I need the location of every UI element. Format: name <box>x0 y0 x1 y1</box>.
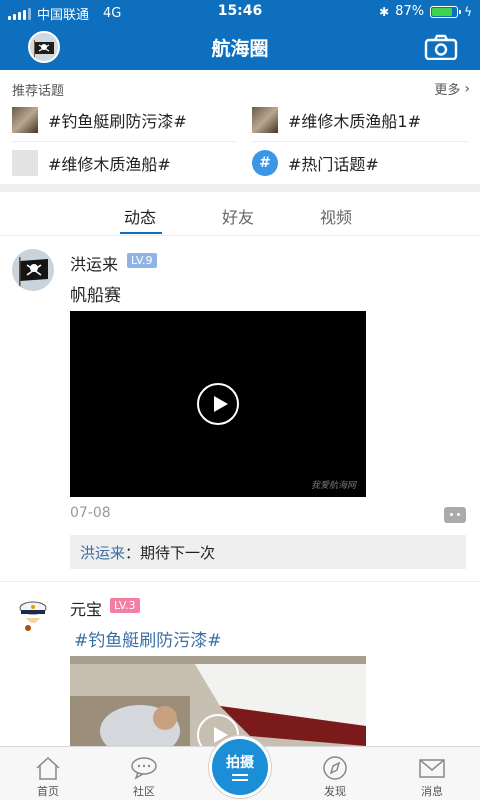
video-player[interactable] <box>70 656 366 746</box>
nav-discover[interactable]: 发现 <box>300 747 370 800</box>
feed-tabs: 动态 好友 视频 <box>0 192 480 236</box>
divider <box>12 141 236 142</box>
nav-community-label: 社区 <box>133 785 155 798</box>
nav-discover-label: 发现 <box>324 785 346 798</box>
nav-home[interactable]: 首页 <box>13 747 83 800</box>
level-badge: LV.3 <box>110 598 140 613</box>
topic-item[interactable]: #维修木质渔船# <box>12 150 171 176</box>
nav-messages-label: 消息 <box>421 785 443 798</box>
topic-label: #钓鱼艇刷防污漆# <box>48 112 187 131</box>
comment-text: 期待下一次 <box>140 544 216 562</box>
page-title: 航海圈 <box>211 38 269 60</box>
home-icon <box>36 756 60 780</box>
topic-item[interactable]: #钓鱼艇刷防污漆# <box>12 107 187 133</box>
topic-label: #热门话题# <box>288 155 379 174</box>
nav-community[interactable]: 社区 <box>109 747 179 800</box>
comment-icon[interactable] <box>444 507 466 523</box>
post-text: 帆船赛 <box>70 286 121 306</box>
battery-fill <box>432 7 453 16</box>
captain-avatar-icon <box>12 594 54 636</box>
avatar[interactable] <box>12 594 54 636</box>
section-gap <box>0 184 480 192</box>
username[interactable]: 元宝 <box>70 596 102 620</box>
mail-icon <box>419 759 445 778</box>
more-label: 更多 <box>434 83 461 98</box>
tab-videos[interactable]: 视频 <box>320 204 352 228</box>
topic-label: #维修木质渔船1# <box>288 112 421 131</box>
menu-lines-icon <box>232 774 248 781</box>
topic-thumbnail <box>12 150 38 176</box>
chevron-right-icon: › <box>464 80 470 97</box>
video-watermark: 我爱航海网 <box>310 481 356 491</box>
topic-item[interactable]: # #热门话题# <box>252 150 379 176</box>
comment-preview[interactable]: 洪运来：期待下一次 <box>70 535 466 569</box>
battery-icon <box>430 5 462 18</box>
chat-bubble-icon <box>131 757 157 780</box>
camera-icon <box>424 34 458 61</box>
username[interactable]: 洪运来 <box>70 251 118 275</box>
shoot-button[interactable]: 拍摄 <box>209 736 271 798</box>
topic-thumbnail <box>12 107 38 133</box>
nav-home-label: 首页 <box>37 785 59 798</box>
video-player[interactable]: 我爱航海网 <box>70 311 366 497</box>
comment-user[interactable]: 洪运来 <box>80 544 125 562</box>
bluetooth-icon: ✱ <box>379 4 390 19</box>
status-bar: 中国联通 4G 15:46 ✱ 87% ϟ <box>0 0 480 24</box>
app-header: 航海圈 <box>0 24 480 70</box>
shoot-label: 拍摄 <box>226 755 254 771</box>
active-tab-indicator <box>120 232 162 234</box>
divider <box>252 141 468 142</box>
post-date: 07-08 <box>70 505 111 521</box>
camera-button[interactable] <box>424 34 458 61</box>
topics-more-link[interactable]: 更多 › <box>434 79 470 99</box>
feed-post: 洪运来 LV.9 帆船赛 我爱航海网 07-08 洪运来：期待下一次 <box>0 237 480 581</box>
tab-feed[interactable]: 动态 <box>124 204 156 228</box>
topic-thumbnail <box>252 107 278 133</box>
comment-separator: ： <box>125 544 141 562</box>
post-topic-link[interactable]: #钓鱼艇刷防污漆# <box>74 626 222 651</box>
avatar[interactable] <box>12 249 54 291</box>
topic-label: #维修木质渔船# <box>48 155 171 174</box>
hashtag-icon: # <box>252 150 278 176</box>
topics-label: 推荐话题 <box>12 84 65 99</box>
topic-item[interactable]: #维修木质渔船1# <box>252 107 421 133</box>
tab-friends[interactable]: 好友 <box>222 204 254 228</box>
compass-icon <box>323 756 347 780</box>
recommended-topics: 推荐话题 更多 › #钓鱼艇刷防污漆# #维修木质渔船1# #维修木质渔船# #… <box>0 70 480 184</box>
nav-messages[interactable]: 消息 <box>397 747 467 800</box>
pirate-flag-avatar-icon <box>12 249 54 291</box>
play-icon[interactable] <box>197 383 239 425</box>
charging-icon: ϟ <box>464 4 472 19</box>
status-right: ✱ 87% ϟ <box>379 4 472 19</box>
battery-percent: 87% <box>395 4 425 19</box>
feed-post: 元宝 LV.3 #钓鱼艇刷防污漆# <box>0 582 480 746</box>
level-badge: LV.9 <box>127 253 157 268</box>
